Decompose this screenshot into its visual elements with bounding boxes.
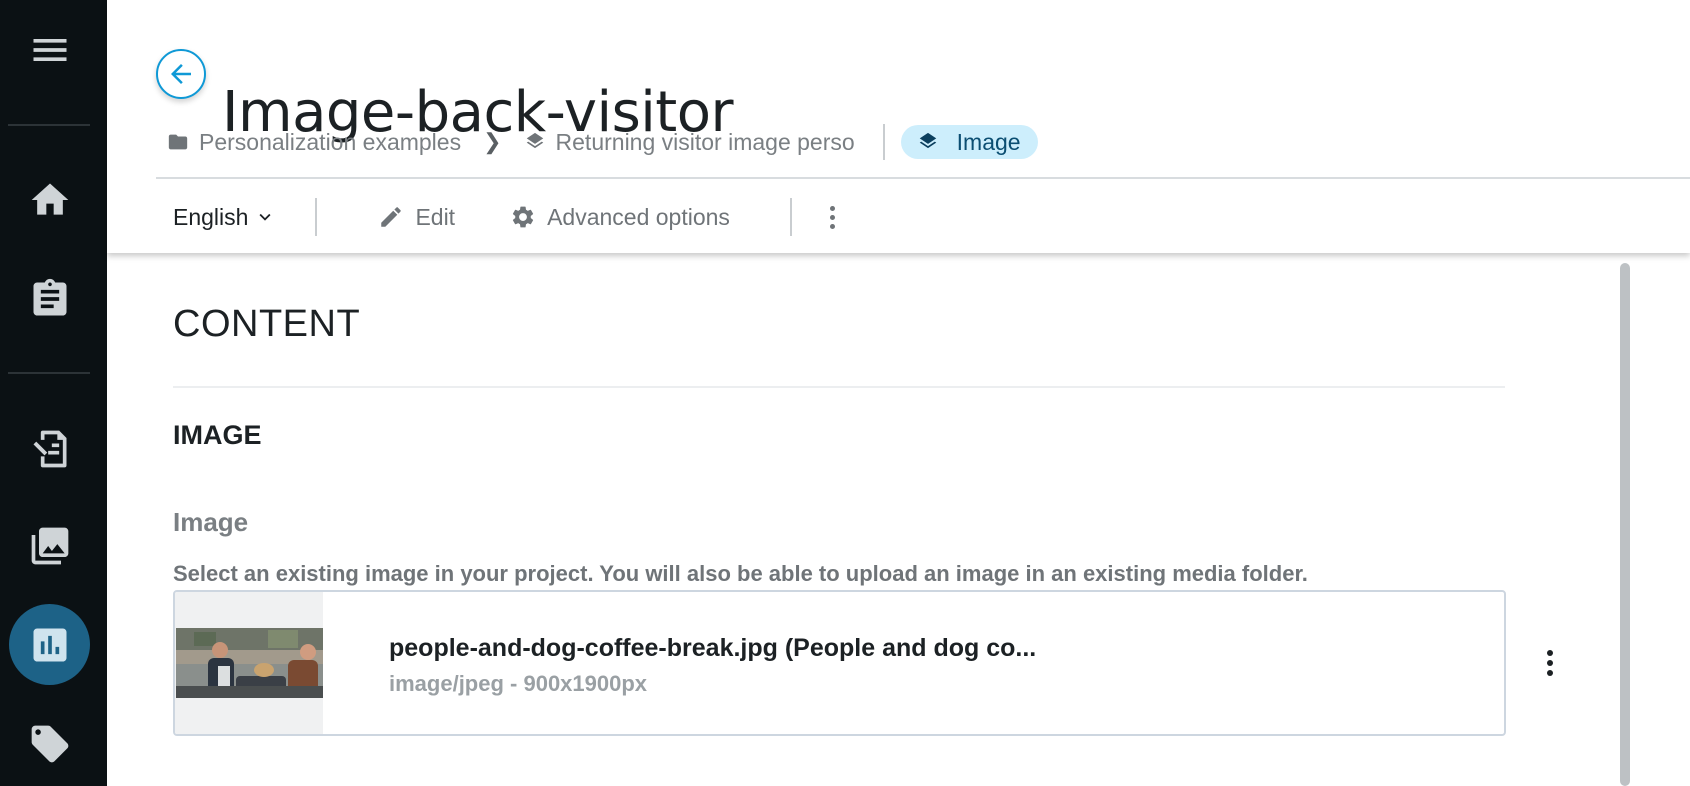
field-help-text: Select an existing image in your project…: [173, 561, 1308, 586]
sidebar: [0, 0, 107, 786]
gear-icon: [512, 206, 534, 228]
chevron-down-icon: [259, 213, 271, 221]
content-area: CONTENT IMAGE Image Select an existing i…: [107, 253, 1690, 786]
breadcrumb: Personalization examples ❯ Returning vis…: [167, 124, 1038, 160]
chevron-right-icon: ❯: [483, 129, 502, 154]
sidebar-item-home[interactable]: [9, 159, 90, 240]
toolbar: English Edit Advanced options: [173, 195, 838, 239]
section-divider: [173, 386, 1505, 388]
media-file-meta: image/jpeg - 900x1900px: [389, 671, 648, 696]
header-divider: [156, 177, 1690, 179]
thumbnail-container: [175, 592, 323, 734]
more-vertical-icon: [830, 205, 836, 211]
scrollbar[interactable]: [1620, 263, 1630, 786]
section-title: CONTENT: [173, 303, 361, 345]
toolbar-divider: [315, 198, 318, 236]
tag-icon: [31, 725, 68, 762]
breadcrumb-folder-label: Personalization examples: [199, 128, 462, 155]
advanced-options-button[interactable]: Advanced options: [510, 204, 730, 231]
more-options-button[interactable]: [828, 205, 838, 229]
media-file-name: people-and-dog-coffee-break.jpg (People …: [389, 634, 1037, 662]
clipboard-icon: [33, 278, 66, 315]
content-type-label: Image: [956, 128, 1021, 155]
pencil-icon: [381, 207, 402, 227]
edit-button[interactable]: Edit: [378, 204, 455, 231]
media-card[interactable]: people-and-dog-coffee-break.jpg (People …: [173, 590, 1506, 736]
sidebar-item-content[interactable]: [9, 408, 90, 489]
edit-label: Edit: [415, 203, 456, 230]
menu-button[interactable]: [9, 9, 90, 90]
arrow-left-icon: [171, 64, 191, 84]
language-label: English: [173, 203, 249, 230]
layers-icon: [919, 132, 936, 149]
image-thumbnail: [176, 628, 323, 698]
sidebar-divider: [8, 372, 90, 374]
breadcrumb-parent-label: Returning visitor image perso: [555, 128, 855, 155]
subsection-title: IMAGE: [173, 420, 262, 450]
breadcrumb-parent[interactable]: Returning visitor image perso: [524, 129, 855, 156]
breadcrumb-divider: [882, 124, 885, 160]
menu-icon: [33, 38, 66, 61]
sidebar-item-analytics[interactable]: [9, 604, 90, 685]
layers-icon: [526, 132, 543, 149]
sidebar-divider: [8, 124, 90, 126]
toolbar-divider: [789, 198, 792, 236]
images-icon: [31, 527, 68, 564]
folder-icon: [168, 134, 188, 150]
page-header: Image-back-visitor Personalization examp…: [107, 0, 1690, 253]
more-vertical-icon: [1547, 650, 1553, 656]
document-edit-icon: [33, 430, 66, 467]
language-selector[interactable]: English: [173, 204, 276, 231]
sidebar-item-media[interactable]: [9, 505, 90, 586]
media-options-button[interactable]: [1545, 650, 1555, 676]
home-icon: [31, 183, 68, 215]
sidebar-item-tags[interactable]: [9, 703, 90, 784]
analytics-icon: [33, 628, 66, 661]
breadcrumb-folder[interactable]: Personalization examples: [167, 129, 461, 156]
content-type-chip: Image: [900, 125, 1038, 159]
back-button[interactable]: [156, 49, 206, 99]
advanced-options-label: Advanced options: [547, 203, 730, 230]
sidebar-item-tasks[interactable]: [9, 258, 90, 339]
field-label: Image: [173, 507, 249, 537]
